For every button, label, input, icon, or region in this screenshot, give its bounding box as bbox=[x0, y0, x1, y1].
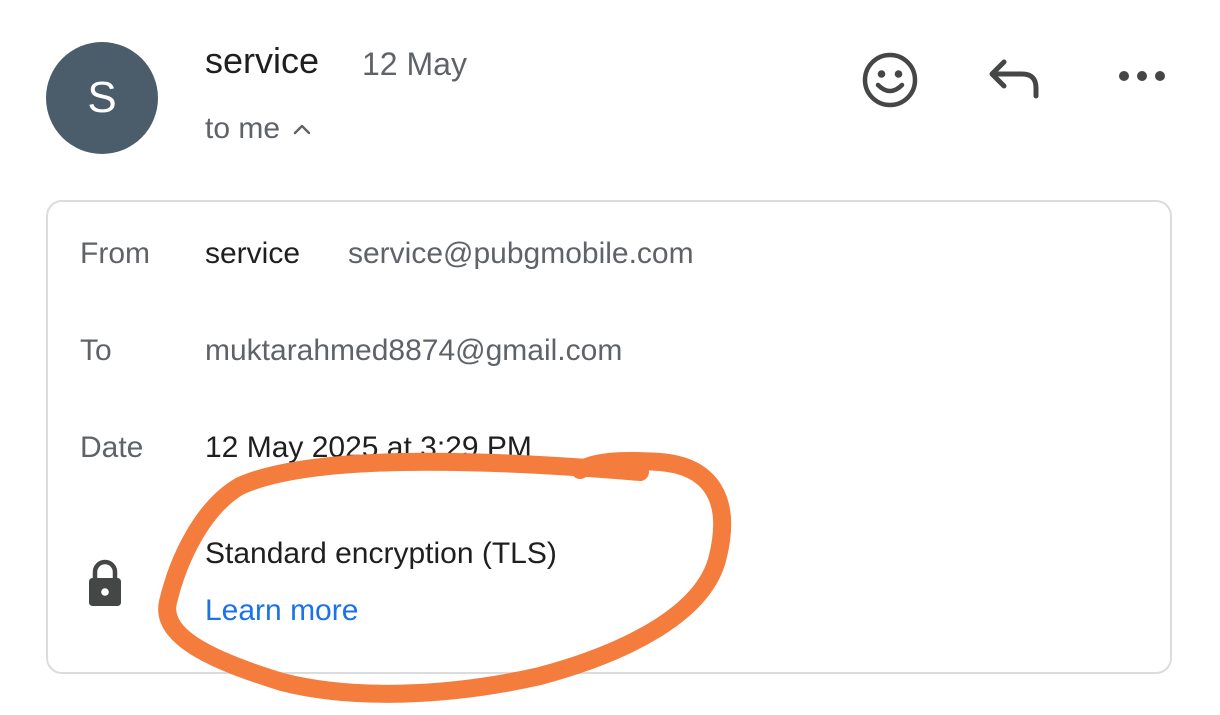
to-label: To bbox=[80, 334, 112, 367]
date-full: 12 May 2025 at 3:29 PM bbox=[205, 431, 532, 464]
more-horizontal-icon bbox=[1119, 71, 1165, 81]
to-email[interactable]: muktarahmed8874@gmail.com bbox=[205, 334, 622, 368]
encryption-status: Standard encryption (TLS) bbox=[205, 537, 557, 570]
add-reaction-button[interactable] bbox=[858, 48, 922, 112]
lock-icon bbox=[89, 559, 121, 606]
recipient-summary: to me bbox=[205, 112, 281, 145]
learn-more-link[interactable]: Learn more bbox=[205, 594, 358, 628]
from-name: service bbox=[205, 237, 301, 270]
avatar[interactable]: S bbox=[46, 42, 158, 154]
sender-name: service bbox=[205, 40, 320, 81]
recipients-toggle[interactable]: to me bbox=[205, 112, 312, 146]
reply-button[interactable] bbox=[982, 48, 1050, 112]
date-label: Date bbox=[80, 431, 144, 464]
from-email[interactable]: service@pubgmobile.com bbox=[348, 237, 694, 271]
reply-icon bbox=[989, 59, 1039, 99]
more-options-button[interactable] bbox=[1112, 58, 1172, 94]
chevron-up-icon bbox=[292, 122, 312, 136]
emoji-icon bbox=[862, 52, 918, 108]
from-label: From bbox=[80, 237, 150, 270]
message-date: 12 May bbox=[362, 46, 467, 82]
